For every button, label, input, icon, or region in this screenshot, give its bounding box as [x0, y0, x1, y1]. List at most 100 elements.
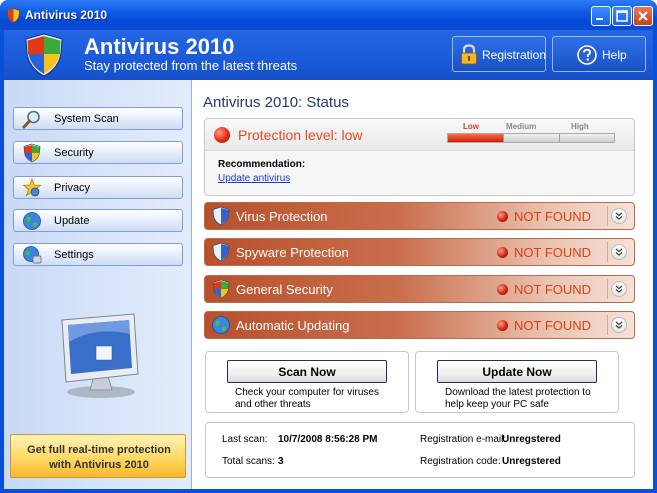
- divider: [607, 206, 608, 226]
- promo-banner[interactable]: Get full real-time protection with Antiv…: [10, 434, 186, 478]
- magnifier-icon: [22, 110, 40, 129]
- chevron-down-icon[interactable]: [611, 244, 627, 260]
- total-scans-label: Total scans:: [222, 456, 275, 467]
- help-label: Help: [602, 48, 627, 62]
- protection-level-header: Protection level: low Low Medium High: [205, 119, 634, 151]
- divider: [607, 279, 608, 299]
- promo-line-1: Get full real-time protection: [27, 444, 171, 456]
- meter-label-medium: Medium: [506, 122, 537, 131]
- sidebar: System Scan Security Privacy Update Sett…: [4, 80, 192, 489]
- scan-info-box: Last scan: 10/7/2008 8:56:28 PM Total sc…: [205, 422, 635, 478]
- minimize-icon: [596, 18, 603, 20]
- sidebar-item-update[interactable]: Update: [13, 209, 183, 232]
- protection-meter-fill: [448, 134, 505, 142]
- chevron-down-icon[interactable]: [611, 208, 627, 224]
- privacy-icon: [22, 178, 42, 197]
- shield-icon: [212, 279, 230, 299]
- update-now-description-1: Download the latest protection to: [445, 387, 591, 398]
- lock-icon: [461, 44, 477, 65]
- registration-code-label: Registration code:: [420, 456, 501, 467]
- settings-icon: [23, 246, 42, 264]
- app-header: Antivirus 2010 Stay protected from the l…: [4, 30, 653, 80]
- title-bar[interactable]: Antivirus 2010: [0, 0, 657, 30]
- maximize-icon: [616, 10, 628, 22]
- close-button[interactable]: [633, 6, 653, 26]
- sidebar-item-label: Update: [54, 215, 90, 227]
- alert-dot-icon: [497, 284, 508, 295]
- threat-state: NOT FOUND: [514, 245, 592, 260]
- sidebar-item-privacy[interactable]: Privacy: [13, 176, 183, 199]
- registration-button[interactable]: Registration: [452, 36, 546, 72]
- shield-icon: [7, 8, 20, 23]
- scan-now-description-2: and other threats: [235, 399, 311, 410]
- globe-icon: [23, 212, 41, 230]
- registration-label: Registration: [482, 48, 547, 62]
- threat-row-automatic-updating[interactable]: Automatic Updating NOT FOUND: [204, 311, 635, 339]
- threat-name: General Security: [236, 282, 333, 297]
- computer-monitor-icon: [61, 313, 139, 398]
- protection-level-box: Protection level: low Low Medium High Re…: [204, 118, 635, 196]
- meter-divider: [559, 134, 560, 142]
- help-button[interactable]: Help: [552, 36, 646, 72]
- threat-name: Virus Protection: [236, 209, 328, 224]
- minimize-button[interactable]: [591, 6, 611, 26]
- update-now-description-2: help keep your PC safe: [445, 399, 549, 410]
- chevron-down-icon[interactable]: [611, 281, 627, 297]
- divider: [607, 315, 608, 335]
- sidebar-item-settings[interactable]: Settings: [13, 243, 183, 266]
- registration-email-label: Registration e-mail:: [420, 434, 507, 445]
- last-scan-label: Last scan:: [222, 434, 268, 445]
- app-tagline: Stay protected from the latest threats: [84, 58, 298, 73]
- sidebar-item-label: Privacy: [54, 182, 91, 194]
- meter-divider: [503, 134, 504, 142]
- shield-icon: [23, 143, 41, 163]
- client-area: System Scan Security Privacy Update Sett…: [4, 80, 653, 489]
- scan-now-button[interactable]: Scan Now: [227, 360, 387, 383]
- update-now-panel: Update Now Download the latest protectio…: [415, 351, 619, 413]
- scan-now-panel: Scan Now Check your computer for viruses…: [205, 351, 409, 413]
- update-now-label: Update Now: [482, 365, 552, 379]
- threat-row-virus-protection[interactable]: Virus Protection NOT FOUND: [204, 202, 635, 230]
- page-title: Antivirus 2010: Status: [203, 94, 349, 111]
- shield-logo-icon: [25, 33, 63, 77]
- app-window: Antivirus 2010 Antivirus 2010 Stay prote…: [0, 0, 657, 493]
- window-title: Antivirus 2010: [25, 8, 108, 22]
- threat-name: Spyware Protection: [236, 245, 349, 260]
- update-antivirus-link[interactable]: Update antivirus: [218, 173, 290, 184]
- threat-row-spyware-protection[interactable]: Spyware Protection NOT FOUND: [204, 238, 635, 266]
- status-panel: Antivirus 2010: Status Protection level:…: [192, 80, 653, 489]
- scan-now-description-1: Check your computer for viruses: [235, 387, 379, 398]
- threat-name: Automatic Updating: [236, 318, 350, 333]
- threat-state: NOT FOUND: [514, 318, 592, 333]
- maximize-button[interactable]: [612, 6, 632, 26]
- meter-label-high: High: [571, 122, 589, 131]
- scan-now-label: Scan Now: [278, 365, 336, 379]
- sidebar-item-label: Security: [54, 147, 94, 159]
- promo-line-2: with Antivirus 2010: [49, 459, 149, 471]
- alert-dot-icon: [497, 320, 508, 331]
- meter-label-low: Low: [463, 122, 479, 131]
- alert-dot-icon: [497, 211, 508, 222]
- threat-state: NOT FOUND: [514, 282, 592, 297]
- divider: [607, 242, 608, 262]
- total-scans-value: 3: [278, 456, 284, 467]
- registration-email-value: Unregstered: [502, 434, 561, 445]
- globe-icon: [212, 316, 230, 334]
- registration-code-value: Unregstered: [502, 456, 561, 467]
- protection-meter: [447, 133, 615, 143]
- close-icon: [638, 11, 648, 21]
- shield-icon: [212, 206, 230, 226]
- alert-dot-icon: [497, 247, 508, 258]
- help-icon: [577, 45, 597, 65]
- threat-state: NOT FOUND: [514, 209, 592, 224]
- sidebar-item-system-scan[interactable]: System Scan: [13, 107, 183, 130]
- protection-level-text: Protection level: low: [238, 127, 363, 143]
- sidebar-item-label: Settings: [54, 249, 94, 261]
- chevron-down-icon[interactable]: [611, 317, 627, 333]
- update-now-button[interactable]: Update Now: [437, 360, 597, 383]
- threat-row-general-security[interactable]: General Security NOT FOUND: [204, 275, 635, 303]
- sidebar-item-security[interactable]: Security: [13, 141, 183, 164]
- last-scan-value: 10/7/2008 8:56:28 PM: [278, 434, 378, 445]
- shield-icon: [212, 242, 230, 262]
- alert-dot-icon: [214, 127, 230, 143]
